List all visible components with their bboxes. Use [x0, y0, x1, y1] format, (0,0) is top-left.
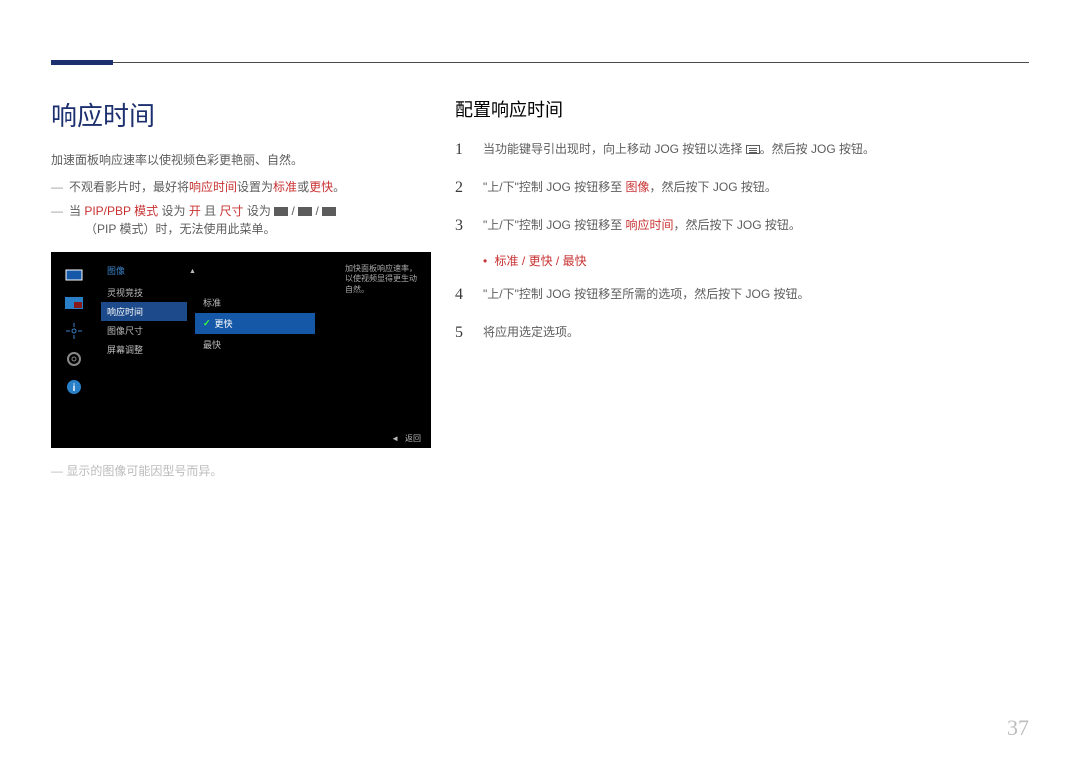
step-2: 2 "上/下"控制 JOG 按钮移至 图像，然后按下 JOG 按钮。	[455, 176, 1025, 200]
info-icon: i	[64, 380, 84, 394]
highlight-red: 图像	[626, 180, 650, 194]
text: "上/下"控制 JOG 按钮移至	[483, 218, 626, 232]
pbp-icon-1	[274, 207, 288, 216]
text: /	[312, 204, 322, 218]
step-4: 4 "上/下"控制 JOG 按钮移至所需的选项，然后按下 JOG 按钮。	[455, 283, 1025, 307]
step-number: 3	[455, 214, 469, 238]
option-label: 最快	[203, 338, 221, 351]
description: 加速面板响应速率以使视频色彩更艳丽、自然。	[51, 151, 431, 168]
step-number: 2	[455, 176, 469, 200]
note-content: 当 PIP/PBP 模式 设为 开 且 尺寸 设为 / / （PIP 模式）时，…	[69, 202, 431, 238]
text: /	[519, 254, 529, 268]
options-bullet: • 标准 / 更快 / 最快	[483, 252, 1025, 269]
back-label: 返回	[405, 433, 421, 444]
text: 或	[297, 180, 309, 194]
text: 设置为	[237, 180, 273, 194]
step-text: 将应用选定选项。	[483, 321, 1025, 345]
osd-menu-item: 屏幕调整	[101, 340, 187, 359]
gear-icon	[64, 352, 84, 366]
osd-menu-title: 图像	[101, 264, 187, 277]
footnote-text: 显示的图像可能因型号而异。	[66, 464, 222, 478]
header-accent	[51, 60, 113, 65]
step-text: "上/下"控制 JOG 按钮移至 图像，然后按下 JOG 按钮。	[483, 176, 1025, 200]
highlight-red: 响应时间	[626, 218, 674, 232]
step-5: 5 将应用选定选项。	[455, 321, 1025, 345]
text: /	[288, 204, 298, 218]
note-item-2: ― 当 PIP/PBP 模式 设为 开 且 尺寸 设为 / / （PIP 模式）…	[51, 202, 431, 238]
osd-sidebar: i	[61, 268, 87, 432]
highlight-red: 最快	[563, 254, 587, 268]
dash-icon: ―	[51, 178, 63, 196]
pbp-icon-3	[322, 207, 336, 216]
text: 当	[69, 204, 84, 218]
text: 。然后按 JOG 按钮。	[760, 142, 875, 156]
highlight-red: PIP/PBP 模式	[84, 204, 158, 218]
highlight-red: 更快	[309, 180, 333, 194]
osd-options-column: 标准 ✓ 更快 最快	[195, 292, 315, 355]
text: 不观看影片时，最好将	[69, 180, 189, 194]
arrow-up-icon: ▲	[189, 268, 196, 275]
note-content: 不观看影片时，最好将响应时间设置为标准或更快。	[69, 178, 431, 196]
step-number: 5	[455, 321, 469, 345]
step-1: 1 当功能键导引出现时，向上移动 JOG 按钮以选择 。然后按 JOG 按钮。	[455, 138, 1025, 162]
text: 当功能键导引出现时，向上移动 JOG 按钮以选择	[483, 142, 746, 156]
text: ，然后按下 JOG 按钮。	[650, 180, 777, 194]
main-title: 响应时间	[51, 96, 431, 133]
osd-scroll-arrows: ▲	[189, 268, 196, 275]
left-column: 响应时间 加速面板响应速率以使视频色彩更艳丽、自然。 ― 不观看影片时，最好将响…	[51, 96, 431, 479]
monitor-icon	[64, 268, 84, 282]
osd-menu-item: 灵视竞技	[101, 283, 187, 302]
text: 且	[201, 204, 220, 218]
move-icon	[64, 324, 84, 338]
osd-screenshot: i 图像 灵视竞技 响应时间 图像尺寸 屏幕调整 ▲ 标准 ✓ 更快 最快 加快面…	[51, 252, 431, 448]
step-text: "上/下"控制 JOG 按钮移至所需的选项，然后按下 JOG 按钮。	[483, 283, 1025, 307]
svg-text:i: i	[73, 383, 76, 394]
osd-option: 标准	[195, 292, 315, 313]
osd-option: 最快	[195, 334, 315, 355]
text: 设为	[158, 204, 189, 218]
highlight-red: 尺寸	[220, 204, 244, 218]
text: "上/下"控制 JOG 按钮移至	[483, 180, 626, 194]
step-text: "上/下"控制 JOG 按钮移至 响应时间，然后按下 JOG 按钮。	[483, 214, 1025, 238]
highlight-red: 更快	[529, 254, 553, 268]
option-label: 标准	[203, 296, 221, 309]
footnote: ― 显示的图像可能因型号而异。	[51, 462, 431, 479]
step-3: 3 "上/下"控制 JOG 按钮移至 响应时间，然后按下 JOG 按钮。	[455, 214, 1025, 238]
header-divider	[51, 62, 1029, 63]
text: 设为	[244, 204, 275, 218]
dash-icon: ―	[51, 202, 63, 238]
page-number: 37	[1007, 715, 1029, 741]
osd-menu-item-selected: 响应时间	[101, 302, 187, 321]
pbp-icon-2	[298, 207, 312, 216]
osd-footer: ◄ 返回	[391, 433, 421, 444]
osd-menu-column: 图像 灵视竞技 响应时间 图像尺寸 屏幕调整	[101, 264, 187, 359]
osd-help-text: 加快面板响应速率，以使视频显得更生动自然。	[345, 264, 423, 295]
osd-menu-item: 图像尺寸	[101, 321, 187, 340]
text: （PIP 模式）时，无法使用此菜单。	[85, 222, 275, 236]
text: 。	[333, 180, 345, 194]
pip-icon	[64, 296, 84, 310]
option-label: 更快	[215, 317, 233, 330]
highlight-red: 标准	[495, 254, 519, 268]
bullet-icon: •	[483, 254, 487, 268]
step-number: 1	[455, 138, 469, 162]
highlight-red: 标准	[273, 180, 297, 194]
right-column: 配置响应时间 1 当功能键导引出现时，向上移动 JOG 按钮以选择 。然后按 J…	[455, 96, 1025, 359]
osd-option-active: ✓ 更快	[195, 313, 315, 334]
step-number: 4	[455, 283, 469, 307]
step-text: 当功能键导引出现时，向上移动 JOG 按钮以选择 。然后按 JOG 按钮。	[483, 138, 1025, 162]
highlight-red: 响应时间	[189, 180, 237, 194]
check-icon: ✓	[203, 318, 211, 329]
menu-icon	[746, 145, 760, 154]
highlight-red: 开	[189, 204, 201, 218]
section-title: 配置响应时间	[455, 96, 1025, 122]
text: ，然后按下 JOG 按钮。	[674, 218, 801, 232]
note-item-1: ― 不观看影片时，最好将响应时间设置为标准或更快。	[51, 178, 431, 196]
back-arrow-icon: ◄	[391, 434, 399, 443]
text: /	[553, 254, 563, 268]
